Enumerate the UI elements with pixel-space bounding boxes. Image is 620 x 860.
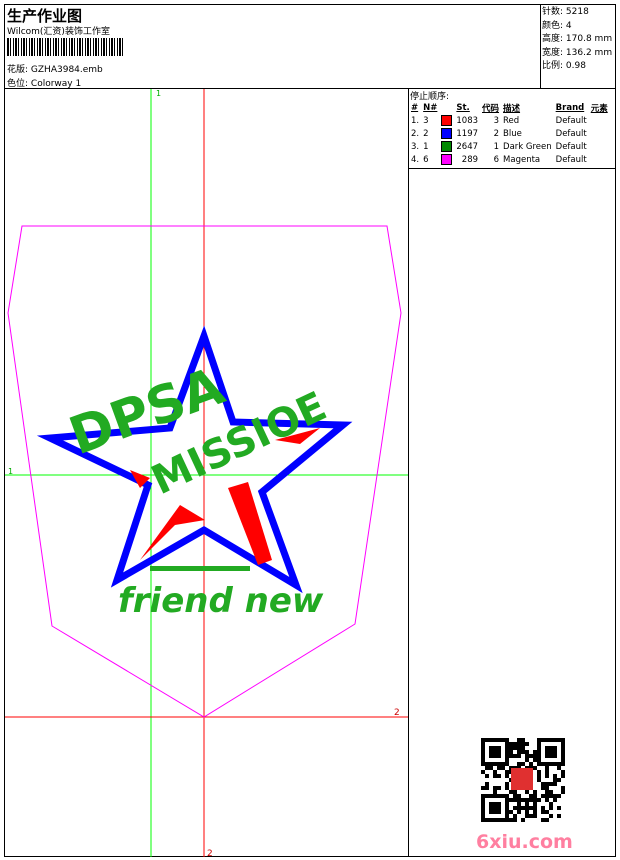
design-text-3: friend new	[118, 581, 324, 621]
guide-label: 2	[207, 849, 213, 859]
production-worksheet: 生产作业图 Wilcom(汇资)装饰工作室 花版: GZHA3984.emb 色…	[0, 0, 620, 860]
guide-label: 2	[394, 708, 400, 718]
design-canvas: 1 1 2 2 DPSA MISSIOE friend new 6xiu.com	[5, 89, 573, 859]
qr-logo-stamp	[511, 768, 533, 790]
guide-label: 1	[156, 89, 161, 98]
qr-code	[481, 738, 565, 822]
green-bar	[150, 566, 250, 571]
guide-label: 1	[8, 467, 13, 476]
watermark: 6xiu.com	[476, 831, 573, 853]
